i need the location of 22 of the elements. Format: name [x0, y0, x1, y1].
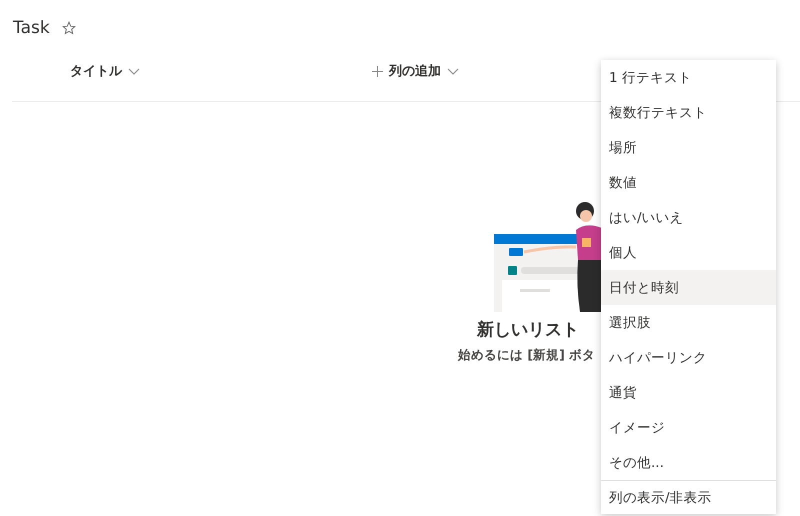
page-title: Task	[13, 18, 50, 38]
add-column-button[interactable]: 列の追加	[372, 58, 459, 84]
menu-item[interactable]: 日付と時刻	[601, 270, 776, 305]
menu-item[interactable]: 複数行テキスト	[601, 95, 776, 130]
empty-heading: 新しいリスト	[477, 319, 579, 341]
chevron-down-icon	[447, 68, 459, 74]
menu-item[interactable]: 場所	[601, 130, 776, 165]
menu-item[interactable]: その他...	[601, 445, 776, 480]
menu-item[interactable]: 通貨	[601, 375, 776, 410]
menu-item[interactable]: 個人	[601, 235, 776, 270]
menu-action[interactable]: 列の表示/非表示	[601, 480, 776, 514]
menu-item[interactable]: ハイパーリンク	[601, 340, 776, 375]
menu-item[interactable]: 選択肢	[601, 305, 776, 340]
menu-item[interactable]: はい/いいえ	[601, 200, 776, 235]
chevron-down-icon	[128, 68, 140, 74]
menu-item[interactable]: 1 行テキスト	[601, 60, 776, 95]
column-header[interactable]: タイトル	[70, 58, 140, 84]
plus-icon	[372, 66, 383, 76]
menu-item[interactable]: イメージ	[601, 410, 776, 445]
empty-hint: 始めるには [新規] ボタ	[458, 347, 596, 364]
menu-item[interactable]: 数値	[601, 165, 776, 200]
star-icon[interactable]	[62, 21, 76, 35]
